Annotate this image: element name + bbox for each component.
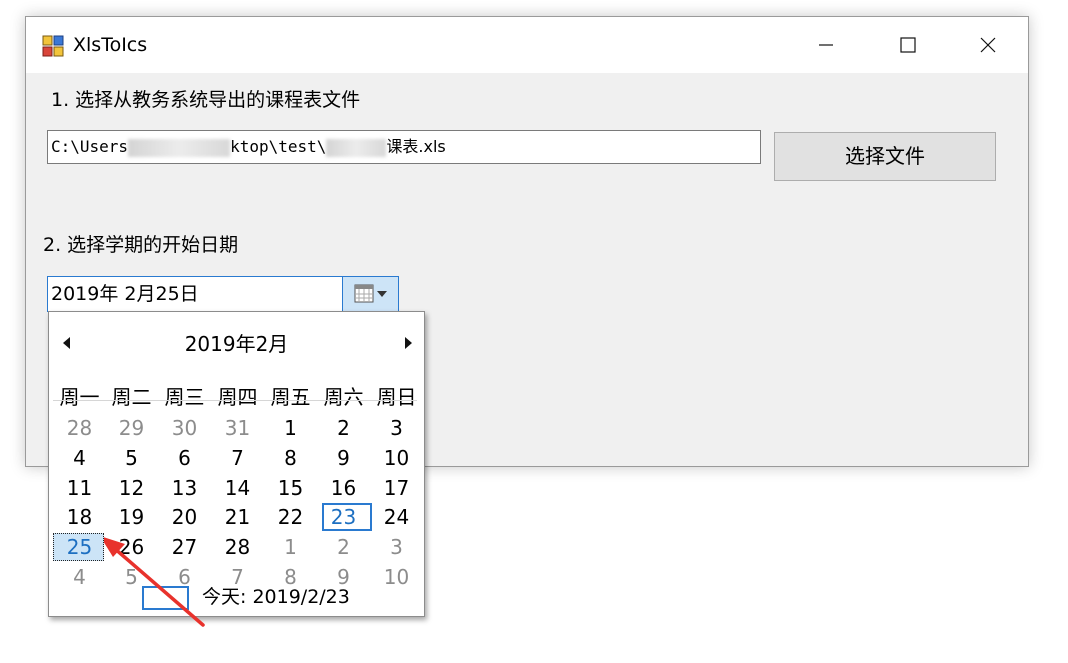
calendar-day[interactable]: 3 bbox=[370, 532, 423, 562]
calendar-day[interactable]: 3 bbox=[370, 413, 423, 443]
calendar-day[interactable]: 2 bbox=[317, 413, 370, 443]
today-marker bbox=[142, 586, 189, 610]
weekday-header: 周一 bbox=[59, 385, 100, 409]
calendar-day[interactable]: 13 bbox=[158, 473, 211, 503]
file-path-prefix: C:\Users bbox=[51, 137, 129, 156]
step2-label: 2. 选择学期的开始日期 bbox=[43, 234, 239, 256]
close-icon bbox=[980, 37, 996, 53]
minimize-button[interactable] bbox=[786, 17, 866, 73]
weekday-header: 周三 bbox=[164, 385, 205, 409]
start-date-picker[interactable]: 2019年 2月25日 bbox=[47, 276, 399, 312]
calendar-popup: 2019年2月 周一 周二 周三 周四 周五 周六 周日 28 29 30 31 1 2 3 4 5 6 7 8 9 1… bbox=[48, 311, 425, 617]
redacted-segment bbox=[128, 138, 231, 157]
title-bar[interactable]: XlsToIcs bbox=[26, 17, 1028, 73]
calendar-day[interactable]: 5 bbox=[105, 443, 158, 473]
calendar-day[interactable]: 10 bbox=[370, 562, 423, 592]
maximize-button[interactable] bbox=[868, 17, 948, 73]
today-link[interactable]: 今天: 2019/2/23 bbox=[202, 584, 350, 610]
calendar-dropdown-button[interactable] bbox=[342, 277, 398, 311]
weekday-header: 周六 bbox=[323, 385, 364, 409]
choose-file-button[interactable]: 选择文件 bbox=[774, 132, 996, 181]
calendar-day[interactable]: 4 bbox=[53, 562, 106, 592]
calendar-day[interactable]: 1 bbox=[264, 532, 317, 562]
calendar-day[interactable]: 17 bbox=[370, 473, 423, 503]
calendar-day[interactable]: 30 bbox=[158, 413, 211, 443]
minimize-icon bbox=[819, 44, 833, 46]
calendar-day[interactable]: 22 bbox=[264, 502, 317, 532]
calendar-day[interactable]: 16 bbox=[317, 473, 370, 503]
calendar-day[interactable]: 14 bbox=[211, 473, 264, 503]
calendar-day[interactable]: 7 bbox=[211, 443, 264, 473]
calendar-day[interactable]: 29 bbox=[105, 413, 158, 443]
calendar-day[interactable]: 1 bbox=[264, 413, 317, 443]
calendar-day[interactable]: 10 bbox=[370, 443, 423, 473]
calendar-day[interactable]: 28 bbox=[53, 413, 106, 443]
calendar-day[interactable]: 9 bbox=[317, 443, 370, 473]
calendar-day[interactable]: 8 bbox=[264, 443, 317, 473]
calendar-day-today[interactable]: 23 bbox=[317, 502, 372, 532]
calendar-day[interactable]: 31 bbox=[211, 413, 264, 443]
calendar-day[interactable]: 11 bbox=[53, 473, 106, 503]
calendar-day-selected[interactable]: 25 bbox=[53, 532, 106, 562]
calendar-day[interactable]: 20 bbox=[158, 502, 211, 532]
weekday-header: 周日 bbox=[376, 385, 417, 409]
weekday-header: 周五 bbox=[270, 385, 311, 409]
redacted-segment bbox=[326, 138, 387, 157]
maximize-icon bbox=[900, 37, 916, 53]
close-button[interactable] bbox=[948, 17, 1028, 73]
calendar-day[interactable]: 12 bbox=[105, 473, 158, 503]
calendar-month-title[interactable]: 2019年2月 bbox=[49, 331, 424, 357]
step1-label: 1. 选择从教务系统导出的课程表文件 bbox=[51, 89, 361, 111]
next-month-icon[interactable] bbox=[401, 334, 415, 352]
calendar-day[interactable]: 6 bbox=[158, 443, 211, 473]
weekday-header: 周二 bbox=[111, 385, 152, 409]
date-value: 2019年 2月25日 bbox=[51, 283, 199, 305]
calendar-day[interactable]: 18 bbox=[53, 502, 106, 532]
weekday-header: 周四 bbox=[217, 385, 258, 409]
calendar-dropdown-icon bbox=[354, 284, 387, 303]
file-path-suffix: 课表.xls bbox=[386, 137, 446, 156]
calendar-day[interactable]: 26 bbox=[105, 532, 158, 562]
calendar-day[interactable]: 21 bbox=[211, 502, 264, 532]
calendar-day[interactable]: 24 bbox=[370, 502, 423, 532]
file-path-input[interactable]: C:\Users ktop\test\ 课表.xls bbox=[47, 130, 761, 164]
calendar-day[interactable]: 4 bbox=[53, 443, 106, 473]
calendar-day[interactable]: 28 bbox=[211, 532, 264, 562]
app-grid-icon bbox=[42, 35, 64, 57]
file-path-middle: ktop\test\ bbox=[230, 137, 327, 156]
calendar-day[interactable]: 19 bbox=[105, 502, 158, 532]
calendar-day[interactable]: 2 bbox=[317, 532, 370, 562]
window-title: XlsToIcs bbox=[73, 34, 148, 56]
calendar-day[interactable]: 27 bbox=[158, 532, 211, 562]
weekday-divider bbox=[53, 400, 417, 401]
calendar-day[interactable]: 15 bbox=[264, 473, 317, 503]
